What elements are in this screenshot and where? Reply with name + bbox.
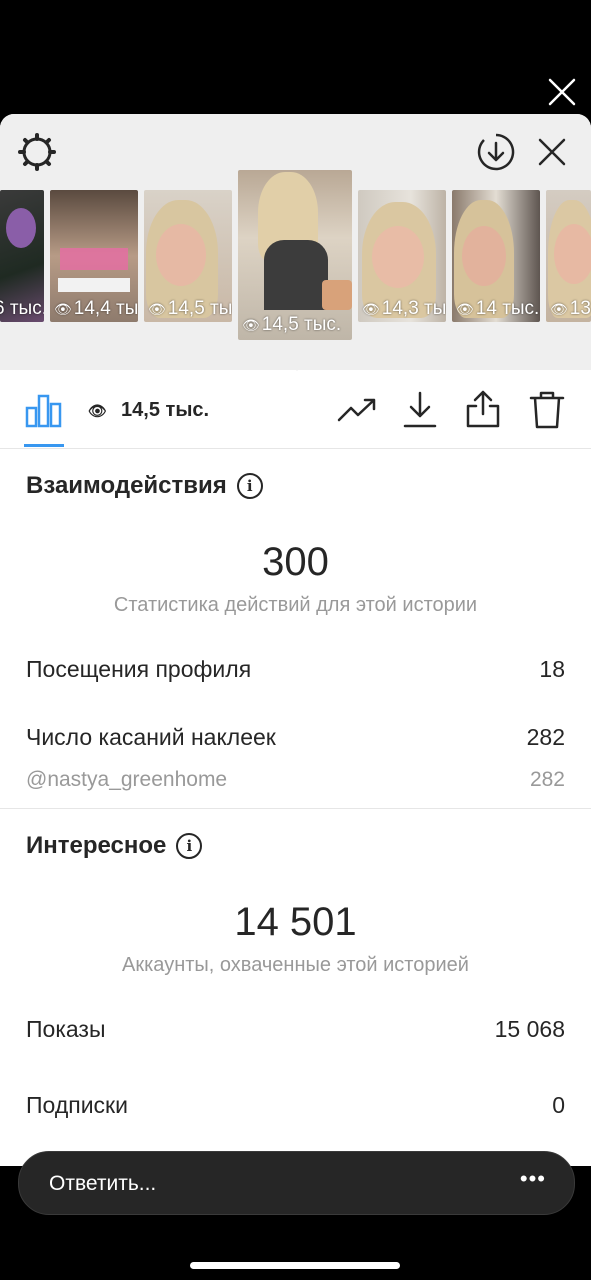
story-thumbnail[interactable]: 👁 14 тыс. [452, 190, 540, 322]
story-thumbnail[interactable]: 👁14,4 тыс. [50, 190, 138, 322]
story-thumbnail[interactable]: 👁14,3 тыс. [358, 190, 446, 322]
active-tab-indicator [24, 444, 64, 447]
discovery-caption: Аккаунты, охваченные этой историей [122, 954, 469, 976]
views-count: 14,5 тыс. [121, 399, 210, 421]
views-summary: 👁 14,5 тыс. [88, 399, 209, 422]
insights-sheet: 6 тыс. 👁14,4 тыс. 👁14,5 тыс. 👁14,5 тыс. … [0, 114, 591, 1166]
reply-placeholder: Ответить... [49, 1172, 157, 1195]
impressions-value: 15 068 [494, 1016, 565, 1042]
thumbnail-views: 13 [569, 298, 591, 319]
save-circle-icon[interactable] [476, 132, 516, 172]
profile-visits-label: Посещения профиля [26, 656, 252, 682]
story-thumbnail[interactable]: 👁14,5 тыс. [144, 190, 232, 322]
mention-sticker-value: 282 [529, 768, 565, 791]
sticker-taps-label: Число касаний наклеек [26, 724, 276, 750]
follows-label: Подписки [26, 1092, 128, 1118]
eye-icon: 👁 [88, 403, 108, 420]
discovery-total: 14 501 [234, 900, 357, 944]
section-divider [0, 808, 591, 809]
interactions-caption: Статистика действий для этой истории [113, 594, 478, 616]
thumbnail-views: 14,5 тыс. [261, 314, 342, 335]
thumbnail-views: 14,5 тыс. [167, 298, 232, 319]
interactions-title: Взаимодействия i [26, 472, 263, 500]
trending-icon[interactable] [336, 394, 378, 426]
info-icon[interactable]: i [176, 833, 203, 859]
insights-bar-chart-icon[interactable] [24, 390, 64, 430]
gear-icon[interactable] [17, 132, 57, 172]
story-thumbnail-selected[interactable]: 👁 14,5 тыс. [238, 170, 352, 340]
trash-icon[interactable] [528, 389, 566, 431]
sticker-taps-value: 282 [526, 724, 565, 750]
story-thumbnail[interactable]: 👁 13 [546, 190, 591, 322]
share-icon[interactable] [464, 388, 502, 430]
home-indicator [190, 1262, 400, 1269]
story-thumbnail[interactable]: 6 тыс. [0, 190, 44, 322]
impressions-label: Показы [26, 1016, 106, 1042]
more-options-icon[interactable]: ••• [520, 1166, 546, 1192]
interactions-total: 300 [262, 540, 329, 584]
thumbnail-views: 14,3 тыс. [381, 298, 446, 319]
info-icon[interactable]: i [236, 473, 263, 499]
thumbnail-views: 14 тыс. [475, 298, 540, 319]
thumbnail-views: 6 тыс. [0, 298, 44, 319]
mention-sticker-label[interactable]: @nastya_greenhome [26, 768, 227, 792]
close-story-icon[interactable] [546, 76, 578, 108]
reply-input[interactable]: Ответить... ••• [18, 1151, 575, 1215]
profile-visits-value: 18 [539, 656, 565, 682]
download-icon[interactable] [402, 390, 438, 430]
follows-value: 0 [552, 1092, 565, 1118]
thumbnail-views: 14,4 тыс. [73, 298, 138, 319]
close-icon[interactable] [536, 136, 568, 168]
discovery-title-text: Интересное [26, 832, 167, 859]
discovery-title: Интересное i [26, 832, 203, 860]
interactions-title-text: Взаимодействия [26, 472, 227, 499]
